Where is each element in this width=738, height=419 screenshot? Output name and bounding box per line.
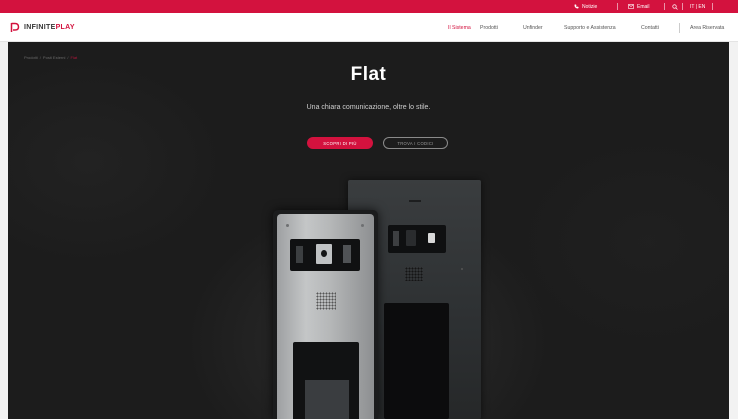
- logo-text: INFINITEPLAY: [24, 24, 75, 31]
- hero-subtitle: Una chiara comunicazione, oltre lo stile…: [306, 104, 431, 111]
- sensor: [393, 231, 399, 246]
- find-codes-button[interactable]: Trova i codici: [383, 137, 448, 149]
- whatsapp-link[interactable]: Notizie: [574, 0, 597, 13]
- screw: [361, 224, 364, 227]
- page: Notizie Email IT | EN INFINITEPLAY Il Si…: [0, 0, 738, 419]
- breadcrumb-separator: /: [67, 55, 69, 60]
- discover-more-button[interactable]: Scopri di più: [307, 137, 373, 149]
- camera-lens: [316, 244, 332, 264]
- nav-item-supporto[interactable]: Supporto e Assistenza: [564, 13, 616, 42]
- camera-module: [388, 225, 446, 253]
- device-faceplate: [277, 214, 374, 419]
- camera-lens: [406, 230, 416, 246]
- infiniteplay-logo-icon: [10, 22, 20, 32]
- breadcrumb: Prodotti / Posti Esterni / Flat: [24, 55, 77, 60]
- whatsapp-label: Notizie: [582, 3, 598, 10]
- breadcrumb-item[interactable]: Posti Esterni: [43, 55, 65, 60]
- screen-display: [305, 380, 349, 419]
- breadcrumb-current: Flat: [70, 55, 78, 60]
- device-screen: [384, 303, 449, 419]
- nav-item-unfinder[interactable]: Unfinder: [523, 13, 543, 42]
- nav-item-il-sistema[interactable]: Il Sistema: [448, 13, 471, 42]
- nav-item-contatti[interactable]: Contatti: [641, 13, 659, 42]
- led-light: [428, 233, 435, 243]
- top-utility-bar: Notizie Email IT | EN: [0, 0, 738, 13]
- led-light: [343, 245, 351, 263]
- speaker-grille: [316, 292, 336, 310]
- breadcrumb-separator: /: [39, 55, 41, 60]
- screw: [286, 224, 289, 227]
- phone-icon: [574, 4, 579, 9]
- hero-section: Prodotti / Posti Esterni / Flat Flat Una…: [8, 42, 729, 419]
- device-slot: [409, 200, 421, 202]
- nav-divider: [679, 23, 680, 33]
- search-button[interactable]: [672, 0, 678, 13]
- page-title: Flat: [350, 64, 387, 85]
- breadcrumb-item[interactable]: Prodotti: [24, 55, 38, 60]
- product-image-flat-silver: [273, 210, 378, 419]
- language-label: IT | EN: [690, 3, 706, 10]
- email-label: Email: [637, 3, 650, 10]
- topbar-divider: [664, 3, 665, 10]
- main-navigation: INFINITEPLAY Il Sistema Prodotti Unfinde…: [0, 13, 738, 42]
- topbar-divider: [682, 3, 683, 10]
- topbar-divider: [617, 3, 618, 10]
- brand-logo[interactable]: INFINITEPLAY: [10, 21, 75, 33]
- nav-item-prodotti[interactable]: Prodotti: [480, 13, 498, 42]
- nav-item-area-riservata[interactable]: Area Riservata: [690, 13, 724, 42]
- screw: [461, 268, 463, 270]
- topbar-divider: [712, 3, 713, 10]
- logo-text-primary: INFINITE: [24, 23, 56, 31]
- speaker-grille: [405, 267, 423, 281]
- camera-module: [290, 239, 360, 271]
- email-link[interactable]: Email: [628, 0, 650, 13]
- mail-icon: [628, 4, 634, 9]
- logo-text-accent: PLAY: [55, 23, 75, 31]
- language-switcher[interactable]: IT | EN: [690, 0, 705, 13]
- sensor: [296, 246, 303, 263]
- device-screen: [293, 342, 359, 419]
- search-icon: [672, 3, 678, 10]
